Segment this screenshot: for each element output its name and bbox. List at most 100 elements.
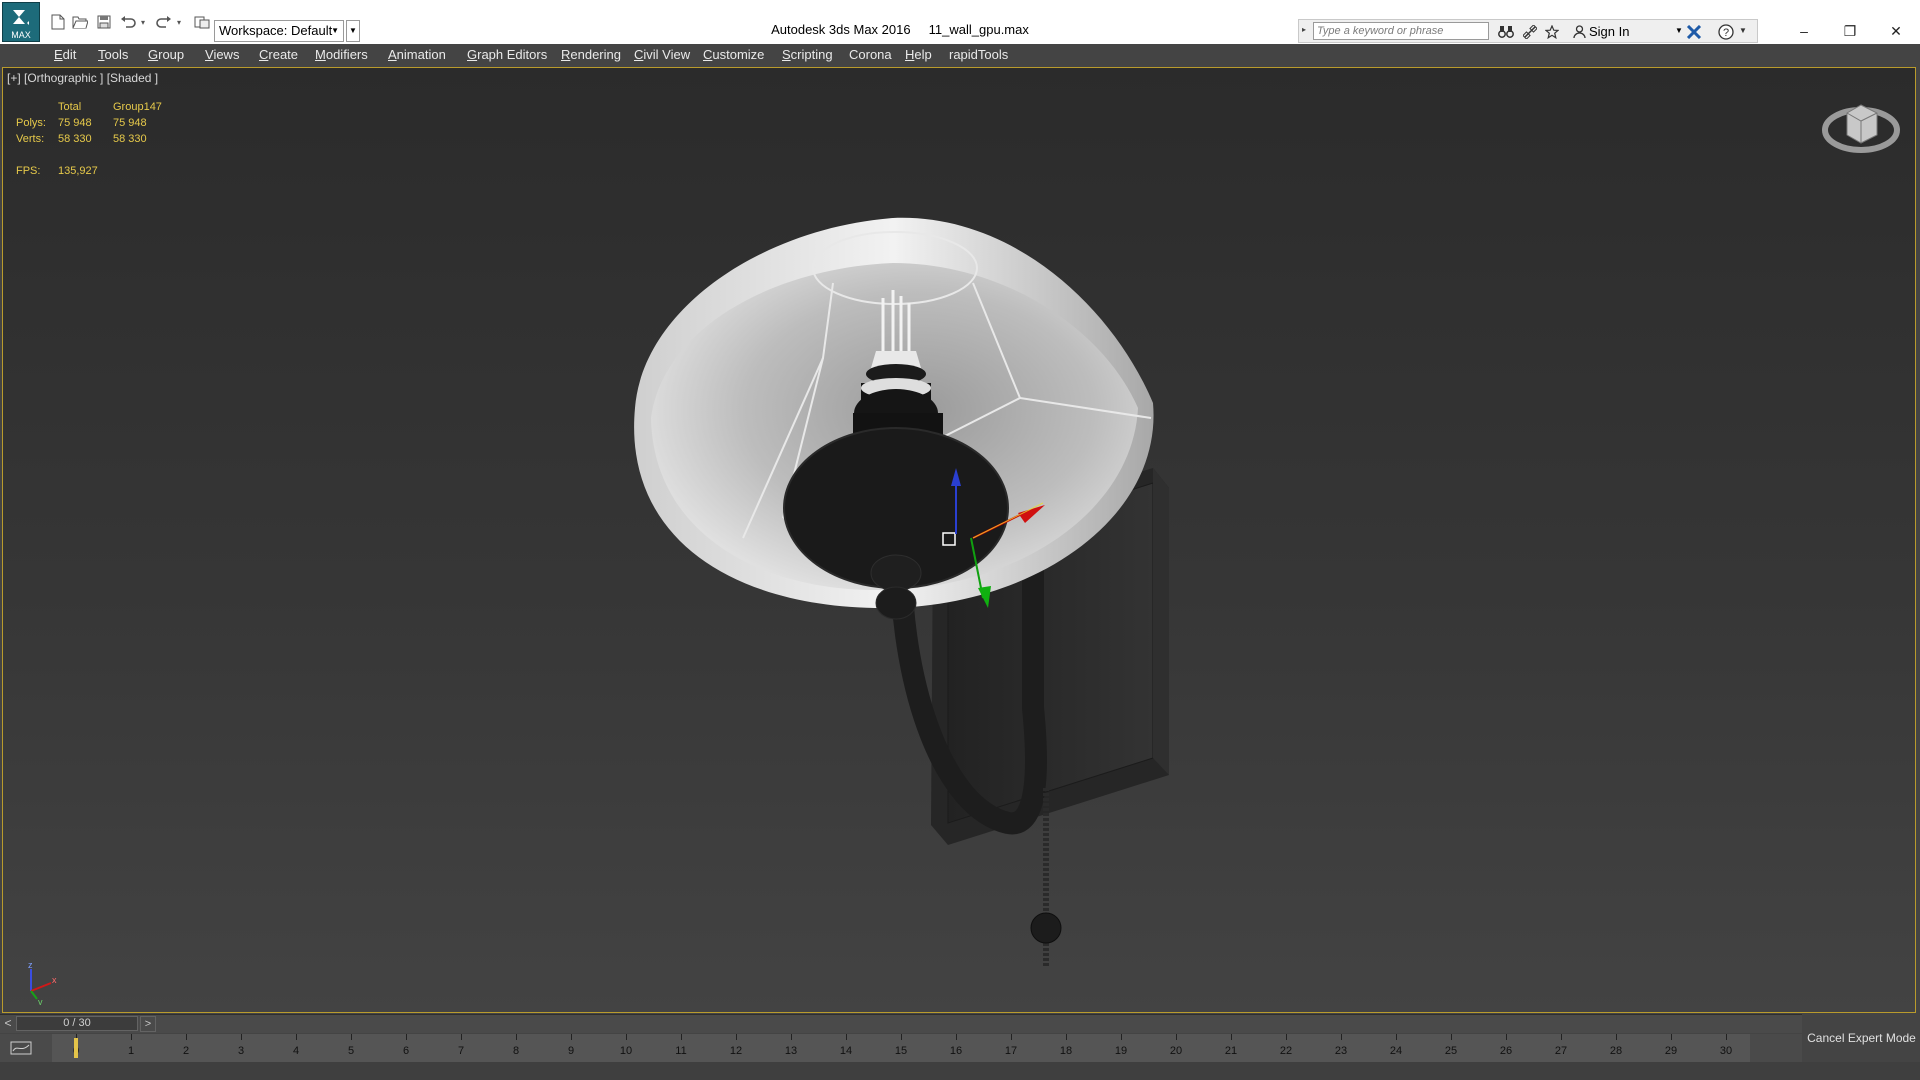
frame-number: 18 — [1059, 1045, 1073, 1057]
undo-button[interactable] — [118, 12, 138, 32]
frame-tick — [406, 1034, 407, 1040]
application-menu-button[interactable]: MAX — [2, 2, 40, 42]
menu-views[interactable]: Views — [205, 47, 239, 62]
viewport-orthographic[interactable]: [+] [Orthographic ] [Shaded ] Total Grou… — [2, 67, 1916, 1013]
frame-number: 6 — [402, 1045, 410, 1057]
frame-number: 12 — [729, 1045, 743, 1057]
menu-corona[interactable]: Corona — [849, 47, 892, 62]
sign-in-button[interactable]: Sign In — [1573, 24, 1629, 39]
frame-tick — [296, 1034, 297, 1040]
frame-tick — [1121, 1034, 1122, 1040]
axis-x-label: x — [52, 975, 57, 985]
frame-number: 16 — [949, 1045, 963, 1057]
subscription-center-button[interactable] — [1521, 23, 1539, 41]
frame-number: 11 — [675, 1045, 687, 1057]
axis-tripod-icon: z x y — [28, 961, 57, 1005]
frame-number: 14 — [839, 1045, 853, 1057]
title-bar: MAX ▾ ▾ Workspace: Default ▼ ▼ Autodesk … — [0, 0, 1920, 45]
frame-number: 19 — [1114, 1045, 1128, 1057]
time-slider[interactable]: < 0 / 30 > — [0, 1014, 1802, 1033]
frame-ruler[interactable]: 0123456789101112131415161718192021222324… — [52, 1034, 1750, 1062]
workspace-value: Workspace: Default — [219, 23, 333, 38]
menu-edit[interactable]: Edit — [54, 47, 76, 62]
menu-animation[interactable]: Animation — [388, 47, 446, 62]
redo-dropdown[interactable]: ▾ — [174, 12, 184, 32]
frame-number: 3 — [237, 1045, 245, 1057]
customize-quick-access-button[interactable]: ▼ — [346, 20, 360, 42]
sign-in-label: Sign In — [1589, 24, 1630, 39]
scene-wall-lamp[interactable] — [3, 68, 1915, 1012]
time-slider-prev-button[interactable]: < — [2, 1016, 14, 1032]
frame-tick — [571, 1034, 572, 1040]
status-bar — [0, 1062, 1920, 1080]
frame-number: 23 — [1334, 1045, 1348, 1057]
frame-tick — [791, 1034, 792, 1040]
current-frame-marker[interactable] — [74, 1038, 78, 1058]
frame-tick — [1451, 1034, 1452, 1040]
new-file-button[interactable] — [48, 12, 68, 32]
frame-number: 1 — [127, 1045, 135, 1057]
search-button[interactable] — [1497, 23, 1515, 41]
cancel-expert-mode-button[interactable]: Cancel Expert Mode — [1803, 1014, 1920, 1062]
frame-number: 22 — [1279, 1045, 1293, 1057]
save-button[interactable] — [94, 12, 114, 32]
frame-tick — [1671, 1034, 1672, 1040]
frame-tick — [681, 1034, 682, 1040]
star-icon — [1545, 25, 1559, 39]
menu-civil-view[interactable]: Civil View — [634, 47, 690, 62]
menu-tools[interactable]: Tools — [98, 47, 128, 62]
frame-number: 9 — [567, 1045, 575, 1057]
frame-tick — [956, 1034, 957, 1040]
file-name: 11_wall_gpu.max — [928, 22, 1029, 37]
frame-tick — [1176, 1034, 1177, 1040]
frame-number: 27 — [1554, 1045, 1568, 1057]
menu-customize[interactable]: Customize — [703, 47, 764, 62]
frame-number: 28 — [1609, 1045, 1623, 1057]
project-folder-button[interactable] — [192, 12, 212, 32]
satellite-icon — [1523, 25, 1537, 39]
help-dropdown[interactable]: ▼ — [1739, 26, 1747, 35]
workspace-dropdown[interactable]: Workspace: Default ▼ — [214, 20, 344, 42]
exchange-apps-button[interactable] — [1685, 23, 1703, 41]
menu-create[interactable]: Create — [259, 47, 298, 62]
axis-z-label: z — [28, 961, 33, 970]
expand-search-arrow-icon[interactable]: ▸ — [1302, 25, 1306, 34]
open-folder-icon — [72, 16, 88, 29]
menu-rapidtools[interactable]: rapidTools — [949, 47, 1008, 62]
menu-help[interactable]: Help — [905, 47, 932, 62]
menu-bar: Edit Tools Group Views Create Modifiers Animat… — [0, 44, 1920, 66]
frame-tick — [351, 1034, 352, 1040]
menu-scripting[interactable]: Scripting — [782, 47, 833, 62]
time-slider-next-button[interactable]: > — [140, 1016, 156, 1032]
open-file-button[interactable] — [70, 12, 90, 32]
frame-number: 15 — [894, 1045, 908, 1057]
curve-editor-icon[interactable] — [10, 1040, 32, 1056]
time-slider-thumb[interactable]: 0 / 30 — [16, 1016, 138, 1031]
help-button[interactable]: ? — [1717, 23, 1735, 41]
track-bar[interactable]: 0123456789101112131415161718192021222324… — [0, 1034, 1802, 1062]
close-button[interactable]: ✕ — [1876, 20, 1916, 42]
frame-number: 4 — [292, 1045, 300, 1057]
menu-graph-editors[interactable]: Graph Editors — [467, 47, 547, 62]
search-input[interactable] — [1313, 22, 1489, 40]
chevron-down-icon: ▼ — [331, 26, 339, 35]
menu-rendering[interactable]: Rendering — [561, 47, 621, 62]
3dsmax-logo-icon — [13, 10, 29, 25]
menu-group[interactable]: Group — [148, 47, 184, 62]
menu-modifiers[interactable]: Modifiers — [315, 47, 368, 62]
undo-dropdown[interactable]: ▾ — [138, 12, 148, 32]
frame-tick — [461, 1034, 462, 1040]
chevron-down-icon[interactable]: ▼ — [1675, 26, 1683, 35]
frame-tick — [736, 1034, 737, 1040]
restore-button[interactable]: ❐ — [1830, 20, 1870, 42]
infocenter-toolbar: ▸ Sign In ▼ ? ▼ — [1298, 19, 1758, 43]
viewcube-icon[interactable] — [1821, 95, 1901, 165]
frame-tick — [186, 1034, 187, 1040]
favorites-button[interactable] — [1543, 23, 1561, 41]
frame-number: 24 — [1389, 1045, 1403, 1057]
redo-button[interactable] — [154, 12, 174, 32]
redo-icon — [156, 16, 171, 28]
minimize-button[interactable]: – — [1784, 20, 1824, 42]
frame-number: 10 — [619, 1045, 633, 1057]
user-icon — [1573, 25, 1586, 38]
